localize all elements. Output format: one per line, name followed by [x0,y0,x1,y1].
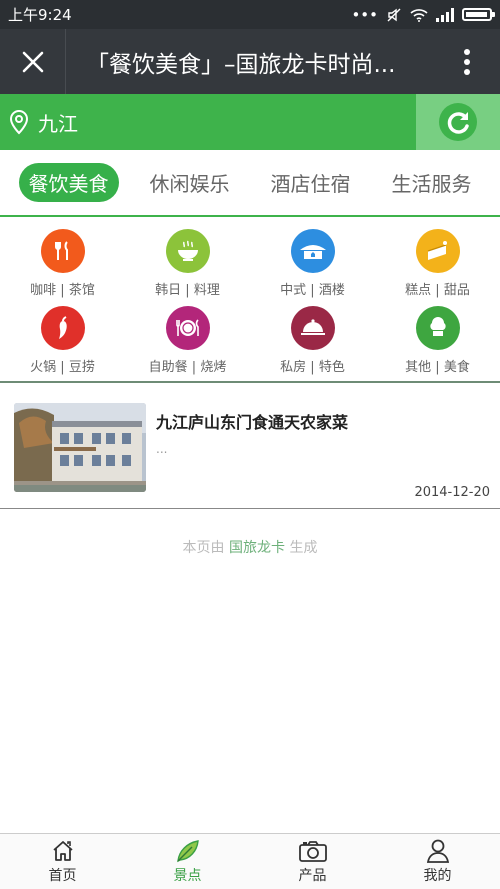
location-bar: 九江 [0,94,500,150]
subcategory-label: 火锅 | 豆捞 [30,360,95,375]
chinese-restaurant-icon [290,229,335,273]
nav-products[interactable]: 产品 [250,834,375,889]
nav-label: 首页 [48,867,77,884]
more-dots-icon: ••• [351,5,378,24]
generated-by-note: 本页由 国旅龙卡 生成 [0,537,500,557]
tab-life-services[interactable]: 生活服务 [382,163,482,202]
subcategory-label: 糕点 | 甜品 [405,283,470,298]
plate-icon [165,306,210,350]
subcategory-label: 私房 | 特色 [280,360,345,375]
location-selector[interactable]: 九江 [0,94,416,150]
subcategory-other-food[interactable]: 其他 | 美食 [375,306,500,375]
close-icon [22,51,43,72]
nav-label: 产品 [298,867,327,884]
cake-icon [415,229,460,273]
tab-leisure[interactable]: 休闲娱乐 [140,163,240,202]
bottom-nav: 首页 景点 产品 我的 [0,833,500,889]
chili-icon [40,306,85,350]
battery-icon [462,8,495,21]
cloche-icon [290,306,335,350]
person-icon [426,839,449,863]
restaurant-date: 2014-12-20 [414,485,490,500]
subcategory-label: 自助餐 | 烧烤 [148,360,227,375]
subcategory-label: 其他 | 美食 [405,360,470,375]
nav-label: 景点 [173,867,202,884]
close-button[interactable] [0,29,66,94]
leaf-icon [176,839,199,862]
subcategory-label: 中式 | 酒楼 [280,283,345,298]
restaurant-title: 九江庐山东门食通天农家菜 [156,413,349,432]
signal-icon [436,7,454,22]
subcategory-korean-japanese[interactable]: 韩日 | 料理 [125,229,250,298]
subcategory-buffet-bbq[interactable]: 自助餐 | 烧烤 [125,306,250,375]
camera-icon [298,840,327,862]
vertical-dots-icon [464,48,470,75]
fork-knife-icon [40,229,85,273]
restaurant-description: ... [156,442,168,456]
nav-attractions[interactable]: 景点 [125,834,250,889]
subcategory-chinese-restaurant[interactable]: 中式 | 酒楼 [250,229,375,298]
home-icon [52,840,73,861]
category-tabs: 餐饮美食 休闲娱乐 酒店住宿 生活服务 [0,150,500,217]
nav-home[interactable]: 首页 [0,834,125,889]
subcategory-coffee-tea[interactable]: 咖啡 | 茶馆 [0,229,125,298]
subcategory-grid: 咖啡 | 茶馆 韩日 | 料理 中式 | 酒楼 糕点 | 甜品 火锅 | 豆捞 … [0,219,500,383]
status-time: 上午9:24 [8,6,72,24]
page-title: 「餐饮美食」–国旅龙卡时尚... [86,51,396,78]
status-icons: ••• [351,5,495,24]
footer-suffix: 生成 [289,540,318,556]
status-bar: 上午9:24 ••• [0,0,500,29]
subcategory-label: 咖啡 | 茶馆 [30,283,95,298]
wifi-icon [410,8,428,22]
mute-icon [387,8,401,21]
more-menu-button[interactable] [434,29,500,94]
subcategory-pastry-dessert[interactable]: 糕点 | 甜品 [375,229,500,298]
subcategory-hotpot[interactable]: 火锅 | 豆捞 [0,306,125,375]
refresh-icon [439,103,477,141]
tab-hotel[interactable]: 酒店住宿 [261,163,361,202]
hotpot-icon [165,229,210,273]
refresh-button[interactable] [416,94,500,150]
location-pin-icon [9,109,29,135]
restaurant-thumbnail [14,403,146,492]
title-bar: 「餐饮美食」–国旅龙卡时尚... [0,29,500,94]
tab-dining[interactable]: 餐饮美食 [18,163,119,202]
chef-hat-icon [415,306,460,350]
footer-brand-link[interactable]: 国旅龙卡 [229,540,285,556]
nav-label: 我的 [423,867,452,884]
subcategory-label: 韩日 | 料理 [155,283,220,298]
location-city: 九江 [38,111,78,136]
list-item[interactable]: 九江庐山东门食通天农家菜 ... 2014-12-20 [0,385,500,509]
nav-mine[interactable]: 我的 [375,834,500,889]
subcategory-private-special[interactable]: 私房 | 特色 [250,306,375,375]
footer-prefix: 本页由 [182,540,225,556]
